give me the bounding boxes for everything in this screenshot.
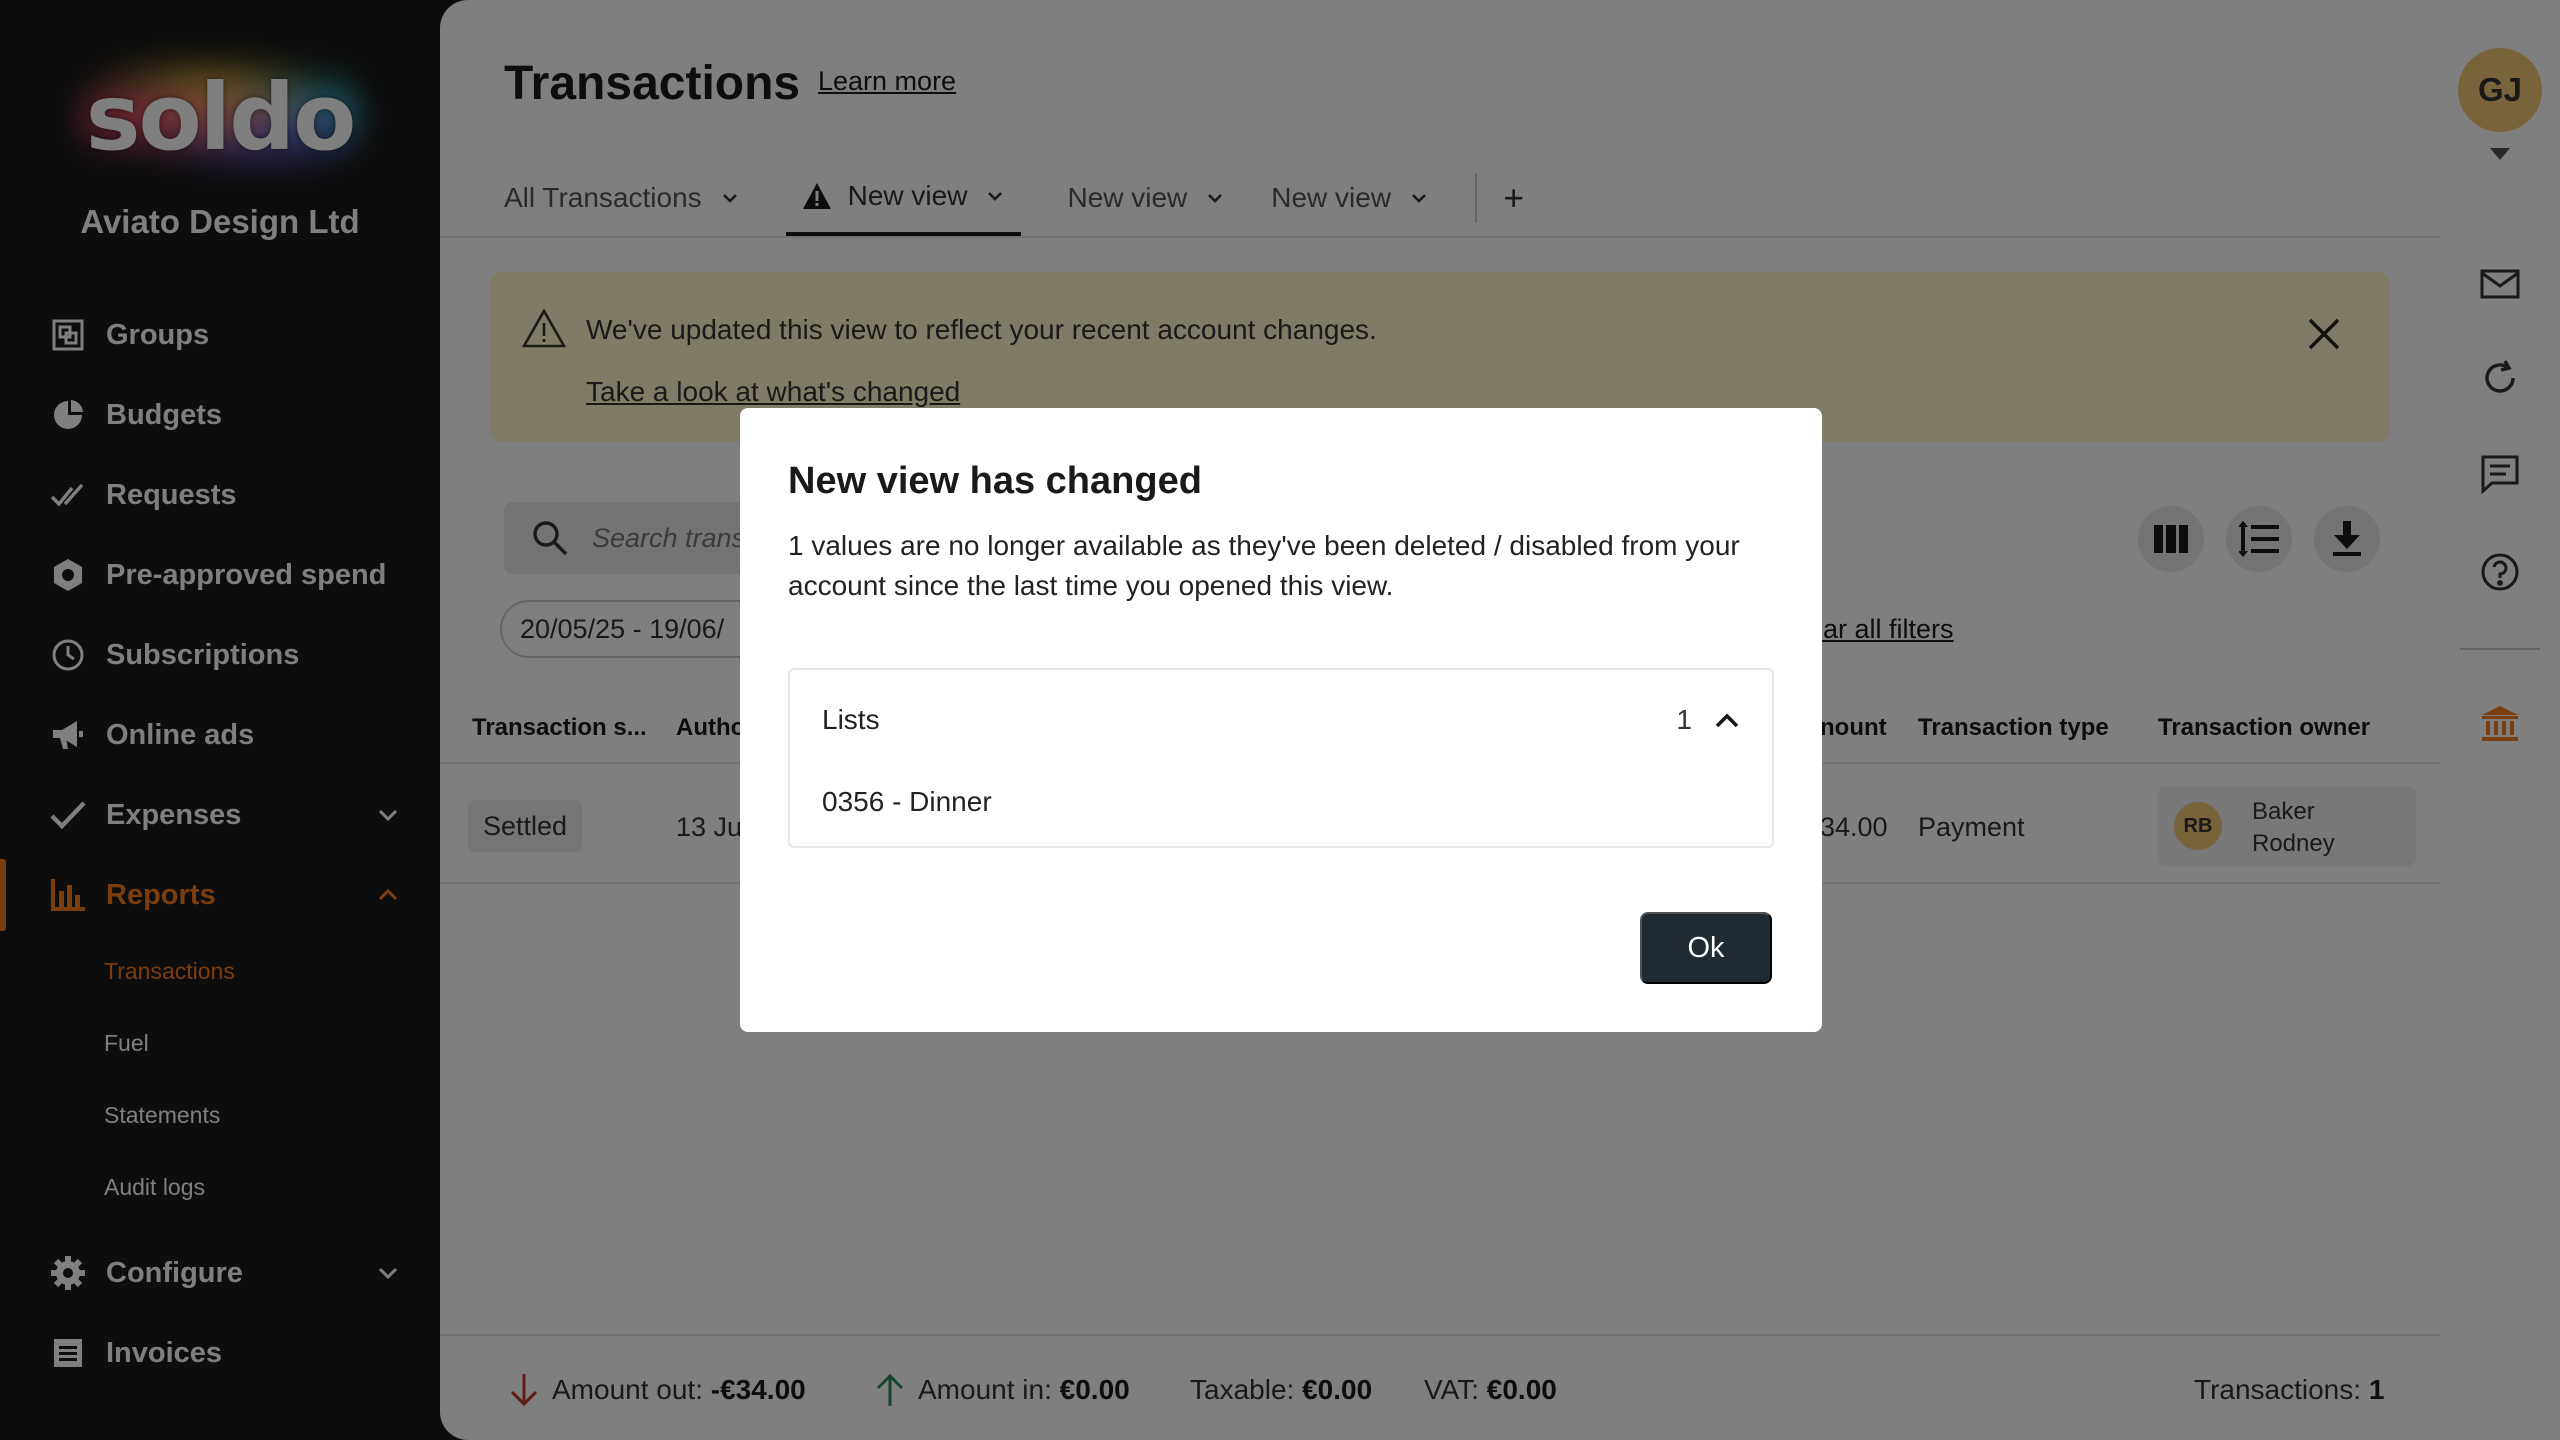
chevron-up-icon[interactable]: [1714, 708, 1740, 734]
ok-button[interactable]: Ok: [1640, 912, 1772, 984]
removed-values-accordion[interactable]: Lists 1 0356 - Dinner: [788, 668, 1774, 848]
view-changed-dialog: New view has changed 1 values are no lon…: [740, 408, 1822, 1032]
dialog-title: New view has changed: [788, 460, 1202, 502]
dialog-body: 1 values are no longer available as they…: [788, 530, 1740, 601]
app-window: soldo Aviato Design Ltd Groups Budgets: [0, 0, 2560, 1440]
accordion-count: 1: [1676, 704, 1692, 735]
accordion-title: Lists: [822, 704, 880, 735]
removed-list-item: 0356 - Dinner: [822, 786, 992, 817]
